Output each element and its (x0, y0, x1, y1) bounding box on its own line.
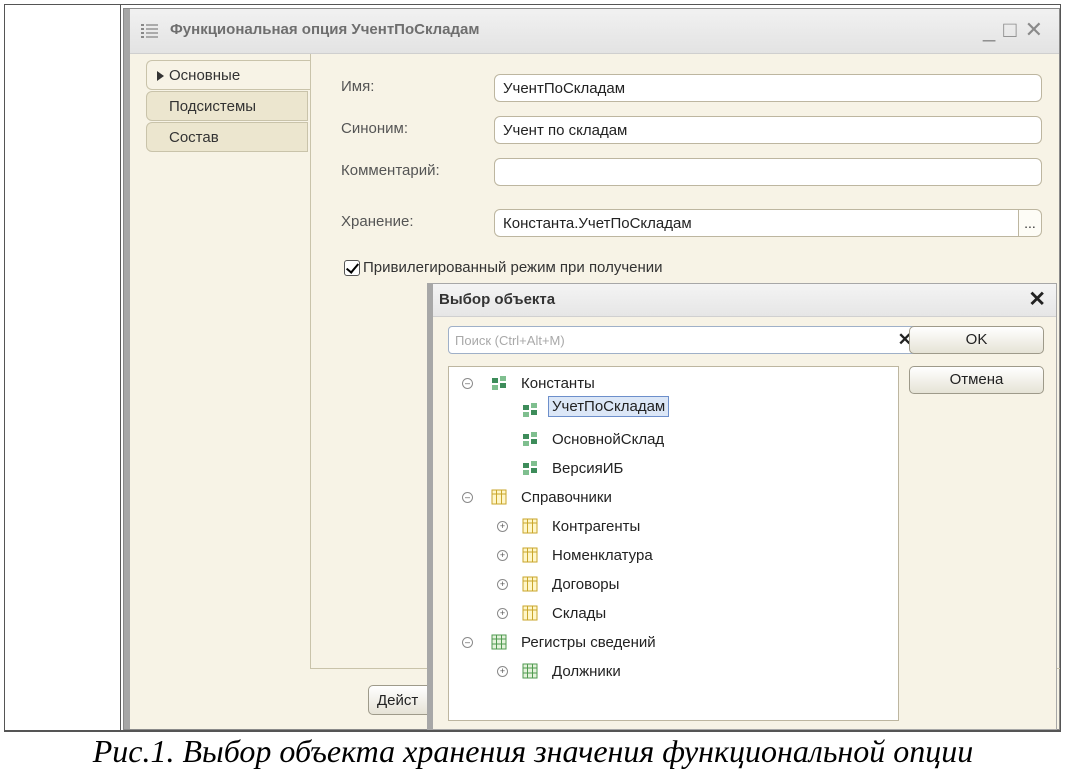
tree-node-catalog-item[interactable]: + Склады (449, 601, 898, 627)
tab-content-label: Состав (169, 129, 219, 146)
tree-node-label: Контрагенты (552, 518, 641, 535)
functional-option-icon (141, 24, 158, 38)
expand-icon[interactable]: + (497, 521, 508, 532)
expand-icon[interactable]: + (497, 579, 508, 590)
checkmark-icon (345, 260, 360, 274)
tree-node-label: Номенклатура (552, 547, 653, 564)
tree-node-label: Константы (521, 375, 595, 392)
tree-node-label: Должники (552, 663, 621, 680)
active-tab-marker-icon (157, 71, 164, 81)
constant-icon (523, 432, 537, 446)
dialog-close-icon[interactable]: ✕ (1028, 287, 1046, 312)
window-controls: _□✕ (983, 17, 1051, 43)
comment-field[interactable] (494, 158, 1042, 186)
catalog-icon (522, 576, 538, 592)
expand-icon[interactable]: + (497, 608, 508, 619)
frame-divider-vertical (120, 4, 121, 731)
search-placeholder: Поиск (Ctrl+Alt+M) (455, 333, 565, 348)
expand-icon[interactable]: + (497, 550, 508, 561)
tab-main[interactable]: Основные (146, 60, 311, 90)
window-titlebar[interactable]: Функциональная опция УчентПоСкладам _□✕ (130, 9, 1059, 54)
tab-subsystems-label: Подсистемы (169, 98, 257, 115)
storage-label: Хранение: (341, 213, 414, 230)
tree-node-constant-item[interactable]: УчетПоСкладам (449, 396, 898, 424)
tab-main-label: Основные (169, 67, 241, 84)
tree-node-register-item[interactable]: + Должники (449, 659, 898, 685)
name-label: Имя: (341, 78, 375, 95)
tree-node-label: ВерсияИБ (552, 460, 624, 477)
privileged-mode-checkbox[interactable] (344, 260, 360, 276)
constant-icon (523, 461, 537, 475)
tree-node-constant-item[interactable]: ОсновнойСклад (449, 427, 898, 453)
dialog-border-strip (428, 284, 433, 729)
tab-subsystems[interactable]: Подсистемы (146, 91, 308, 121)
constant-icon (492, 376, 506, 390)
collapse-icon[interactable]: – (462, 637, 473, 648)
collapse-icon[interactable]: – (462, 492, 473, 503)
object-tree: – Константы УчетПоСкладам ОсновнойСклад (448, 366, 899, 721)
minimize-button[interactable]: _ (983, 17, 1003, 42)
tree-node-constants[interactable]: – Константы (449, 371, 898, 397)
tree-node-catalog-item[interactable]: + Договоры (449, 572, 898, 598)
maximize-button[interactable]: □ (1003, 17, 1024, 42)
tree-node-label: Справочники (521, 489, 612, 506)
catalog-icon (522, 605, 538, 621)
tree-node-catalog-item[interactable]: + Контрагенты (449, 514, 898, 540)
tree-node-catalog-item[interactable]: + Номенклатура (449, 543, 898, 569)
frame-divider-horizontal (4, 731, 1061, 732)
comment-label: Комментарий: (341, 162, 440, 179)
tree-node-label: ОсновнойСклад (552, 431, 665, 448)
tree-node-constant-item[interactable]: ВерсияИБ (449, 456, 898, 482)
catalog-icon (491, 489, 507, 505)
name-field[interactable]: УчентПоСкладам (494, 74, 1042, 102)
figure-caption: Рис.1. Выбор объекта хранения значения ф… (92, 733, 974, 769)
tree-node-label: Склады (552, 605, 607, 622)
ok-button[interactable]: OK (909, 326, 1044, 354)
cancel-button[interactable]: Отмена (909, 366, 1044, 394)
privileged-mode-label: Привилегированный режим при получении (363, 259, 663, 276)
tree-node-info-registers[interactable]: – Регистры сведений (449, 630, 898, 656)
select-object-dialog: Выбор объекта ✕ Поиск (Ctrl+Alt+M) ✕ OK … (427, 283, 1057, 730)
tree-node-label: Договоры (552, 576, 620, 593)
register-icon (522, 663, 538, 679)
constant-icon (523, 403, 537, 417)
collapse-icon[interactable]: – (462, 378, 473, 389)
storage-select-button[interactable]: ... (1018, 209, 1042, 237)
tree-node-catalogs[interactable]: – Справочники (449, 485, 898, 511)
tab-content[interactable]: Состав (146, 122, 308, 152)
catalog-icon (522, 547, 538, 563)
dialog-title: Выбор объекта (439, 291, 556, 308)
synonym-field[interactable]: Учент по складам (494, 116, 1042, 144)
close-button[interactable]: ✕ (1025, 17, 1051, 42)
register-icon (491, 634, 507, 650)
storage-field[interactable]: Константа.УчетПоСкладам (494, 209, 1020, 237)
tree-node-label: Регистры сведений (521, 634, 656, 651)
tree-node-label-selected: УчетПоСкладам (548, 396, 670, 417)
search-input[interactable]: Поиск (Ctrl+Alt+M) ✕ (448, 326, 918, 354)
catalog-icon (522, 518, 538, 534)
window-title: Функциональная опция УчентПоСкладам (170, 21, 480, 38)
dialog-titlebar[interactable]: Выбор объекта ✕ (433, 284, 1056, 317)
synonym-label: Синоним: (341, 120, 408, 137)
expand-icon[interactable]: + (497, 666, 508, 677)
